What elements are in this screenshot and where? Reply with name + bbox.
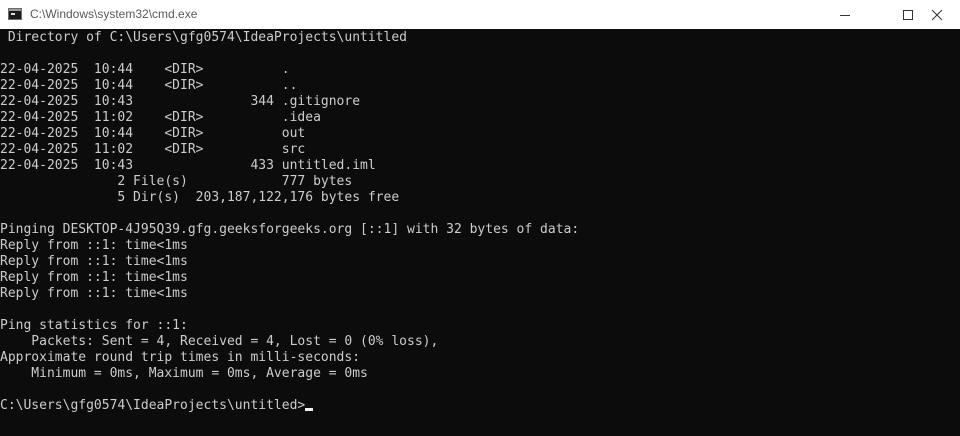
rtt-stats: Minimum = 0ms, Maximum = 0ms, Average = …: [0, 366, 368, 381]
cmd-window: C:\Windows\system32\cmd.exe Directory of…: [0, 0, 960, 436]
minimize-button[interactable]: [822, 0, 868, 29]
minimize-icon: [840, 14, 850, 16]
ping-reply: Reply from ::1: time<1ms: [0, 286, 188, 301]
listing-line: 22-04-2025 10:43 344 .gitignore: [0, 94, 361, 109]
close-button[interactable]: [914, 0, 960, 29]
listing-line: 22-04-2025 10:43 433 untitled.iml: [0, 158, 376, 173]
listing-line: 22-04-2025 11:02 <DIR> .idea: [0, 110, 321, 125]
directory-header: Directory of C:\Users\gfg0574\IdeaProjec…: [0, 30, 407, 45]
listing-line: 22-04-2025 11:02 <DIR> src: [0, 142, 306, 157]
close-icon: [931, 9, 943, 20]
window-title: C:\Windows\system32\cmd.exe: [30, 7, 198, 21]
dirs-summary: 5 Dir(s) 203,187,122,176 bytes free: [0, 190, 400, 205]
files-summary: 2 File(s) 777 bytes: [0, 174, 353, 189]
listing-line: 22-04-2025 10:44 <DIR> .: [0, 62, 290, 77]
prompt-path: C:\Users\gfg0574\IdeaProjects\untitled>: [0, 398, 306, 413]
command-prompt-line[interactable]: C:\Users\gfg0574\IdeaProjects\untitled>: [0, 398, 314, 414]
maximize-icon: [903, 9, 913, 20]
console-app-icon[interactable]: [8, 8, 22, 20]
ping-stats-header: Ping statistics for ::1:: [0, 318, 188, 333]
ping-packets-stats: Packets: Sent = 4, Received = 4, Lost = …: [0, 334, 439, 349]
text-cursor: [305, 408, 314, 411]
listing-line: 22-04-2025 10:44 <DIR> out: [0, 126, 306, 141]
console-output[interactable]: Directory of C:\Users\gfg0574\IdeaProjec…: [0, 29, 960, 436]
ping-reply: Reply from ::1: time<1ms: [0, 270, 188, 285]
title-bar[interactable]: C:\Windows\system32\cmd.exe: [0, 0, 960, 29]
rtt-header: Approximate round trip times in milli-se…: [0, 350, 361, 365]
ping-header: Pinging DESKTOP-4J95Q39.gfg.geeksforgeek…: [0, 222, 580, 237]
listing-line: 22-04-2025 10:44 <DIR> ..: [0, 78, 298, 93]
ping-reply: Reply from ::1: time<1ms: [0, 254, 188, 269]
ping-reply: Reply from ::1: time<1ms: [0, 238, 188, 253]
